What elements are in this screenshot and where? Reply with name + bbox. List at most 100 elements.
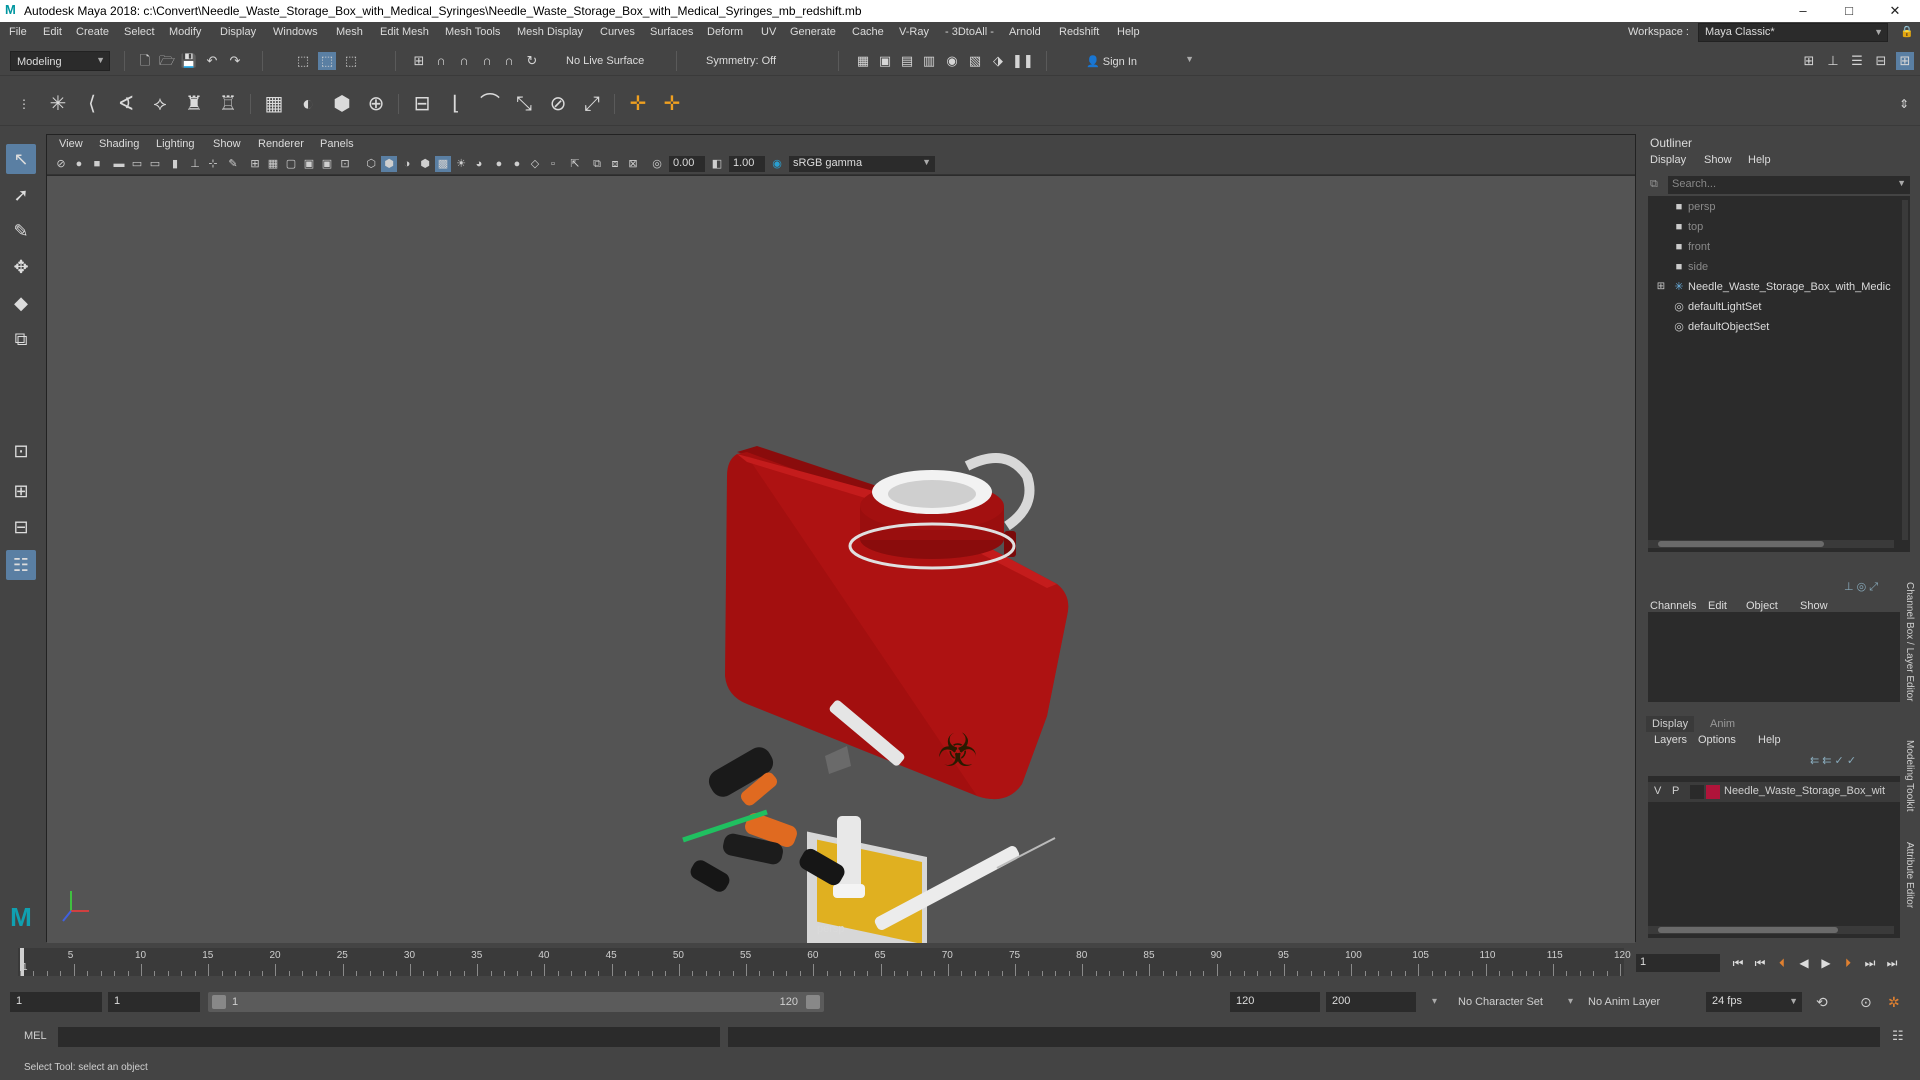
tab-display[interactable]: Display — [1646, 716, 1695, 732]
color-space-dropdown[interactable]: sRGB gamma ▼ — [789, 156, 935, 172]
gate-mask-icon[interactable]: ⊠ — [625, 156, 641, 172]
select-tool-icon[interactable]: ↖ — [6, 144, 36, 174]
grease-pencil-icon[interactable]: ▮ — [167, 156, 183, 172]
redo-icon[interactable]: ↷ — [226, 52, 244, 70]
redshift-ipr-icon[interactable]: ⬗ — [989, 52, 1007, 70]
select-component-icon[interactable]: ⬚ — [342, 52, 360, 70]
menu-mesh[interactable]: Mesh — [336, 26, 363, 38]
vp-menu-view[interactable]: View — [59, 138, 83, 150]
step-back-frame-icon[interactable]: ⏴ — [1774, 955, 1790, 971]
outliner-item-default-object-set[interactable]: defaultObjectSet — [1688, 318, 1769, 336]
motion-blur-icon[interactable]: ◕ — [471, 156, 487, 172]
snap-view-plane-icon[interactable]: ∩ — [478, 52, 496, 70]
menu-3dtoall[interactable]: - 3DtoAll - — [945, 26, 994, 38]
exposure-field[interactable]: 0.00 — [669, 156, 705, 172]
outliner-item-needle-box[interactable]: Needle_Waste_Storage_Box_with_Medic — [1688, 278, 1891, 296]
animation-end-field[interactable]: 200 — [1326, 992, 1416, 1012]
menu-deform[interactable]: Deform — [707, 26, 743, 38]
layer-playback-toggle[interactable]: P — [1672, 785, 1679, 797]
undo-icon[interactable]: ↶ — [203, 52, 221, 70]
minimize-button[interactable]: – — [1780, 0, 1826, 22]
tool-settings-icon[interactable]: ⊟ — [1872, 52, 1890, 70]
pause-icon[interactable]: ❚❚ — [1012, 52, 1034, 70]
humanik-icon[interactable]: ♜ — [180, 90, 208, 118]
range-start-handle[interactable] — [212, 995, 226, 1009]
snap-point-icon[interactable]: ∩ — [455, 52, 473, 70]
layer-visibility-toggle[interactable]: V — [1654, 785, 1661, 797]
channel-box-icon[interactable]: ⊞ — [1896, 52, 1914, 70]
xray-joints-icon[interactable]: ⊥ — [187, 156, 203, 172]
attribute-editor-icon[interactable]: ☰ — [1848, 52, 1866, 70]
command-language-label[interactable]: MEL — [24, 1030, 47, 1042]
outliner-item-top[interactable]: top — [1688, 218, 1703, 236]
close-button[interactable]: ✕ — [1872, 0, 1918, 22]
lasso-tool-icon[interactable]: ➚ — [6, 180, 36, 210]
outliner-search-input[interactable]: Search... ▼ — [1668, 176, 1910, 194]
anim-layer-icon[interactable]: ▾ — [1568, 996, 1573, 1007]
safe-action-icon[interactable]: ▣ — [301, 156, 317, 172]
constraint-icon[interactable]: ⊘ — [544, 90, 572, 118]
playback-end-field[interactable]: 120 — [1230, 992, 1320, 1012]
paint-weights-icon[interactable]: ▦ — [260, 90, 288, 118]
single-view-layout-icon[interactable]: ⊡ — [6, 436, 36, 466]
tab-modeling-toolkit[interactable]: Modeling Toolkit — [1904, 740, 1915, 812]
vp-menu-lighting[interactable]: Lighting — [156, 138, 195, 150]
camera-attributes-icon[interactable]: ● — [71, 156, 87, 172]
render-settings-icon[interactable]: ▥ — [920, 52, 938, 70]
four-view-layout-icon[interactable]: ⊞ — [6, 476, 36, 506]
layer-color-swatch[interactable] — [1706, 785, 1720, 799]
outliner-h-scrollbar[interactable] — [1648, 540, 1894, 548]
paint-select-tool-icon[interactable]: ✎ — [6, 216, 36, 246]
bookmark-icon[interactable]: ■ — [89, 156, 105, 172]
command-input[interactable] — [58, 1027, 720, 1047]
vp-menu-show[interactable]: Show — [213, 138, 241, 150]
filter-icon[interactable]: ⧉ — [1650, 178, 1658, 191]
wireframe-icon[interactable]: ▦ — [265, 156, 281, 172]
play-forwards-icon[interactable]: ▶ — [1818, 955, 1834, 971]
outliner-item-front[interactable]: front — [1688, 238, 1710, 256]
bend-icon[interactable]: ⤡ — [510, 90, 538, 118]
scale-tool-icon[interactable]: ⧉ — [6, 324, 36, 354]
use-lights-icon[interactable]: ⬢ — [417, 156, 433, 172]
channel-menu-show[interactable]: Show — [1800, 600, 1828, 612]
symmetry-field[interactable]: Symmetry: Off — [700, 51, 806, 71]
menu-uv[interactable]: UV — [761, 26, 776, 38]
modeling-toolkit-icon[interactable]: ⊥ — [1824, 52, 1842, 70]
menu-windows[interactable]: Windows — [273, 26, 318, 38]
aim-constraint-icon[interactable]: ⤢ — [578, 90, 606, 118]
bind-skin-icon[interactable]: ⟡ — [146, 90, 174, 118]
lock-icon[interactable]: 🔒 — [1900, 25, 1914, 38]
blend-shape-icon[interactable]: ⊟ — [408, 90, 436, 118]
fps-dropdown[interactable]: 24 fps ▼ — [1706, 992, 1802, 1012]
menu-edit-mesh[interactable]: Edit Mesh — [380, 26, 429, 38]
animation-start-field[interactable]: 1 — [10, 992, 102, 1012]
smooth-shaded-icon[interactable]: ⬢ — [381, 156, 397, 172]
vp-menu-panels[interactable]: Panels — [320, 138, 354, 150]
joint-tool-icon[interactable]: ✳ — [44, 90, 72, 118]
two-view-layout-icon[interactable]: ⊟ — [6, 512, 36, 542]
image-plane-icon[interactable]: ▬ — [111, 156, 127, 172]
snap-live-icon[interactable]: ↻ — [523, 52, 541, 70]
character-set-icon[interactable]: ▾ — [1432, 996, 1437, 1007]
loop-icon[interactable]: ⟲ — [1816, 994, 1828, 1011]
menu-modify[interactable]: Modify — [169, 26, 201, 38]
locator-icon[interactable]: ✛ — [624, 90, 652, 118]
ik-spline-icon[interactable]: ∢ — [112, 90, 140, 118]
menu-create[interactable]: Create — [76, 26, 109, 38]
expand-icon[interactable]: ⊞ — [1654, 278, 1668, 292]
color-management-icon[interactable]: ◉ — [769, 156, 785, 172]
shelf-options-icon[interactable]: ⋮ — [10, 90, 38, 118]
outliner-layout-icon[interactable]: ☷ — [6, 550, 36, 580]
menu-curves[interactable]: Curves — [600, 26, 635, 38]
layer-h-scrollbar[interactable] — [1648, 926, 1894, 934]
layer-menu-options[interactable]: Options — [1698, 734, 1736, 746]
playback-start-field[interactable]: 1 — [108, 992, 200, 1012]
menu-arnold[interactable]: Arnold — [1009, 26, 1041, 38]
channel-menu-object[interactable]: Object — [1746, 600, 1778, 612]
character-set-dropdown[interactable]: No Character Set — [1458, 996, 1543, 1008]
channel-menu-channels[interactable]: Channels — [1650, 600, 1696, 612]
wrap-icon[interactable]: ⌊ — [442, 90, 470, 118]
open-scene-icon[interactable]: 🗁 — [158, 52, 176, 70]
play-backwards-icon[interactable]: ◀ — [1796, 955, 1812, 971]
paint-icon[interactable]: ✎ — [225, 156, 241, 172]
